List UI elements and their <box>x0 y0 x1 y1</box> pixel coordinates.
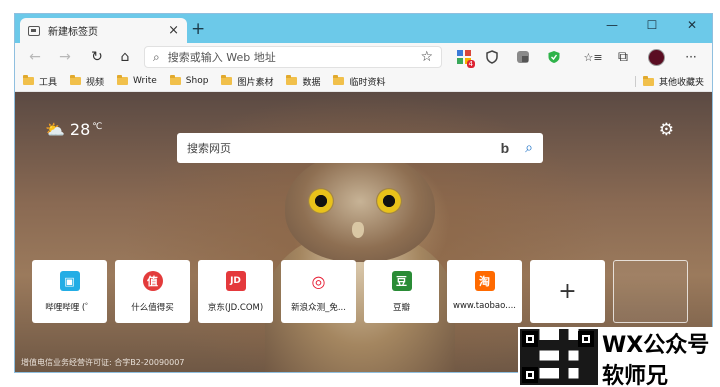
bookmark-folder[interactable]: 临时资料 <box>333 75 385 88</box>
tab-new-tab[interactable]: 新建标签页 × <box>20 18 187 43</box>
folder-icon <box>221 75 233 85</box>
extension-gray-icon[interactable] <box>511 45 535 69</box>
address-input[interactable] <box>167 50 421 64</box>
watermark-line-2: 软师兄 <box>602 364 669 387</box>
extension-adblock-icon[interactable] <box>542 45 566 69</box>
add-quick-link-button[interactable]: + <box>530 260 605 323</box>
extension-badge: 4 <box>466 60 475 68</box>
search-icon[interactable]: ⌕ <box>525 140 533 156</box>
home-button[interactable]: ⌂ <box>113 45 137 69</box>
bookmarks-bar: 工具 视频 Write Shop 图片素材 数据 临时资料 其他收藏夹 <box>15 71 712 92</box>
bookmark-folder[interactable]: Shop <box>169 75 209 86</box>
bookmark-folder[interactable]: 图片素材 <box>221 75 273 88</box>
quick-link-tile[interactable]: 豆 豆瓣 <box>364 260 439 323</box>
douban-icon: 豆 <box>391 271 412 291</box>
folder-icon <box>333 75 345 85</box>
folder-icon <box>70 75 82 85</box>
quick-link-tile[interactable]: 淘 www.taobao.... <box>447 260 522 323</box>
search-icon: ⌕ <box>153 49 160 64</box>
tab-title: 新建标签页 <box>48 27 98 38</box>
quick-link-tile[interactable]: 值 什么值得买 <box>115 260 190 323</box>
weibo-icon: ◎ <box>308 271 329 291</box>
qr-finder-pattern <box>522 331 538 347</box>
license-footer[interactable]: 增值电信业务经营许可证: 合字B2-20090007 <box>21 357 184 368</box>
folder-icon <box>169 75 181 85</box>
bookmarks-divider <box>635 76 636 87</box>
folder-icon <box>117 75 129 85</box>
quick-link-tile[interactable]: ◎ 新浪众测_免... <box>281 260 356 323</box>
cloud-sun-icon: ⛅ <box>45 120 65 139</box>
qr-finder-pattern <box>522 367 538 383</box>
weather-widget[interactable]: ⛅ 28 ℃ <box>45 120 102 139</box>
quick-link-label: 什么值得买 <box>131 303 174 313</box>
back-button[interactable]: ← <box>23 45 47 69</box>
bilibili-icon: ▣ <box>59 271 80 291</box>
bookmark-label: 图片素材 <box>237 77 274 88</box>
bookmark-label: 其他收藏夹 <box>658 78 704 88</box>
background-owl-beak <box>352 222 364 238</box>
refresh-button[interactable]: ↻ <box>85 45 109 69</box>
watermark: WX公众号 软师兄 <box>518 327 720 387</box>
quick-link-label: 哔哩哔哩 (゜ <box>45 303 94 313</box>
taobao-icon: 淘 <box>474 271 495 291</box>
background-owl-eye <box>376 188 402 214</box>
folder-icon <box>642 75 654 86</box>
quick-link-tile[interactable]: JD 京东(JD.COM) <box>198 260 273 323</box>
web-search-input[interactable] <box>187 141 501 155</box>
quick-link-label: 新浪众测_免... <box>291 303 346 313</box>
bookmark-label: 临时资料 <box>349 77 386 88</box>
folder-icon <box>23 75 34 85</box>
bookmark-folder[interactable]: Write <box>117 75 157 86</box>
more-menu-button[interactable]: ··· <box>679 45 703 69</box>
smzdm-icon: 值 <box>142 271 163 291</box>
quick-link-label: 京东(JD.COM) <box>207 303 264 313</box>
bookmark-folder[interactable]: 数据 <box>286 75 320 88</box>
qr-finder-pattern <box>578 331 594 347</box>
tab-favicon-icon <box>28 25 40 36</box>
web-search-box[interactable]: b ⌕ <box>177 133 543 163</box>
quick-link-label: 豆瓣 <box>392 303 410 313</box>
close-window-button[interactable]: ✕ <box>672 14 712 36</box>
browser-window: 新建标签页 × + — ☐ ✕ ← → ↻ ⌂ ⌕ ☆ 4 <box>14 13 713 373</box>
reading-list-icon[interactable]: ☆≡ <box>581 45 605 69</box>
weather-temperature: 28 <box>69 120 91 139</box>
bookmark-label: Shop <box>185 76 209 86</box>
window-controls: — ☐ ✕ <box>592 14 712 36</box>
address-bar[interactable]: ⌕ ☆ <box>144 46 442 68</box>
new-tab-button[interactable]: + <box>191 21 205 38</box>
bing-icon[interactable]: b <box>501 140 510 156</box>
quick-link-tile[interactable]: ▣ 哔哩哔哩 (゜ <box>32 260 107 323</box>
bookmark-folder[interactable]: 视频 <box>70 75 104 88</box>
weather-unit: ℃ <box>92 122 103 132</box>
empty-quick-link-slot[interactable] <box>613 260 688 323</box>
bookmark-label: 视频 <box>86 77 105 88</box>
profile-avatar[interactable] <box>644 45 668 69</box>
browser-toolbar: ← → ↻ ⌂ ⌕ ☆ 4 ☆≡ ⧉ ··· <box>15 43 712 71</box>
gear-icon[interactable]: ⚙ <box>659 120 674 140</box>
background-owl-head <box>285 152 435 262</box>
quick-links: ▣ 哔哩哔哩 (゜ 值 什么值得买 JD 京东(JD.COM) ◎ 新浪众测_免… <box>32 260 696 323</box>
forward-button[interactable]: → <box>53 45 77 69</box>
watermark-line-1: WX公众号 <box>602 333 710 358</box>
background-owl-eye <box>308 188 334 214</box>
extension-puzzle-icon[interactable]: 4 <box>452 45 476 69</box>
minimize-button[interactable]: — <box>592 14 632 36</box>
tab-close-icon[interactable]: × <box>168 24 179 37</box>
bookmark-folder[interactable]: 工具 <box>23 75 57 88</box>
bookmark-label: 数据 <box>302 77 321 88</box>
collections-icon[interactable]: ⧉ <box>611 45 635 69</box>
favorite-star-icon[interactable]: ☆ <box>420 49 433 65</box>
folder-icon <box>286 75 298 85</box>
jd-icon: JD <box>225 271 246 291</box>
quick-link-label: www.taobao.... <box>453 301 516 311</box>
bookmark-label: 工具 <box>39 77 58 88</box>
tab-strip: 新建标签页 × + — ☐ ✕ <box>15 14 712 43</box>
extension-shield-icon[interactable] <box>480 45 504 69</box>
other-favorites-folder[interactable]: 其他收藏夹 <box>642 71 704 92</box>
bookmark-label: Write <box>133 76 157 86</box>
maximize-button[interactable]: ☐ <box>632 14 672 36</box>
